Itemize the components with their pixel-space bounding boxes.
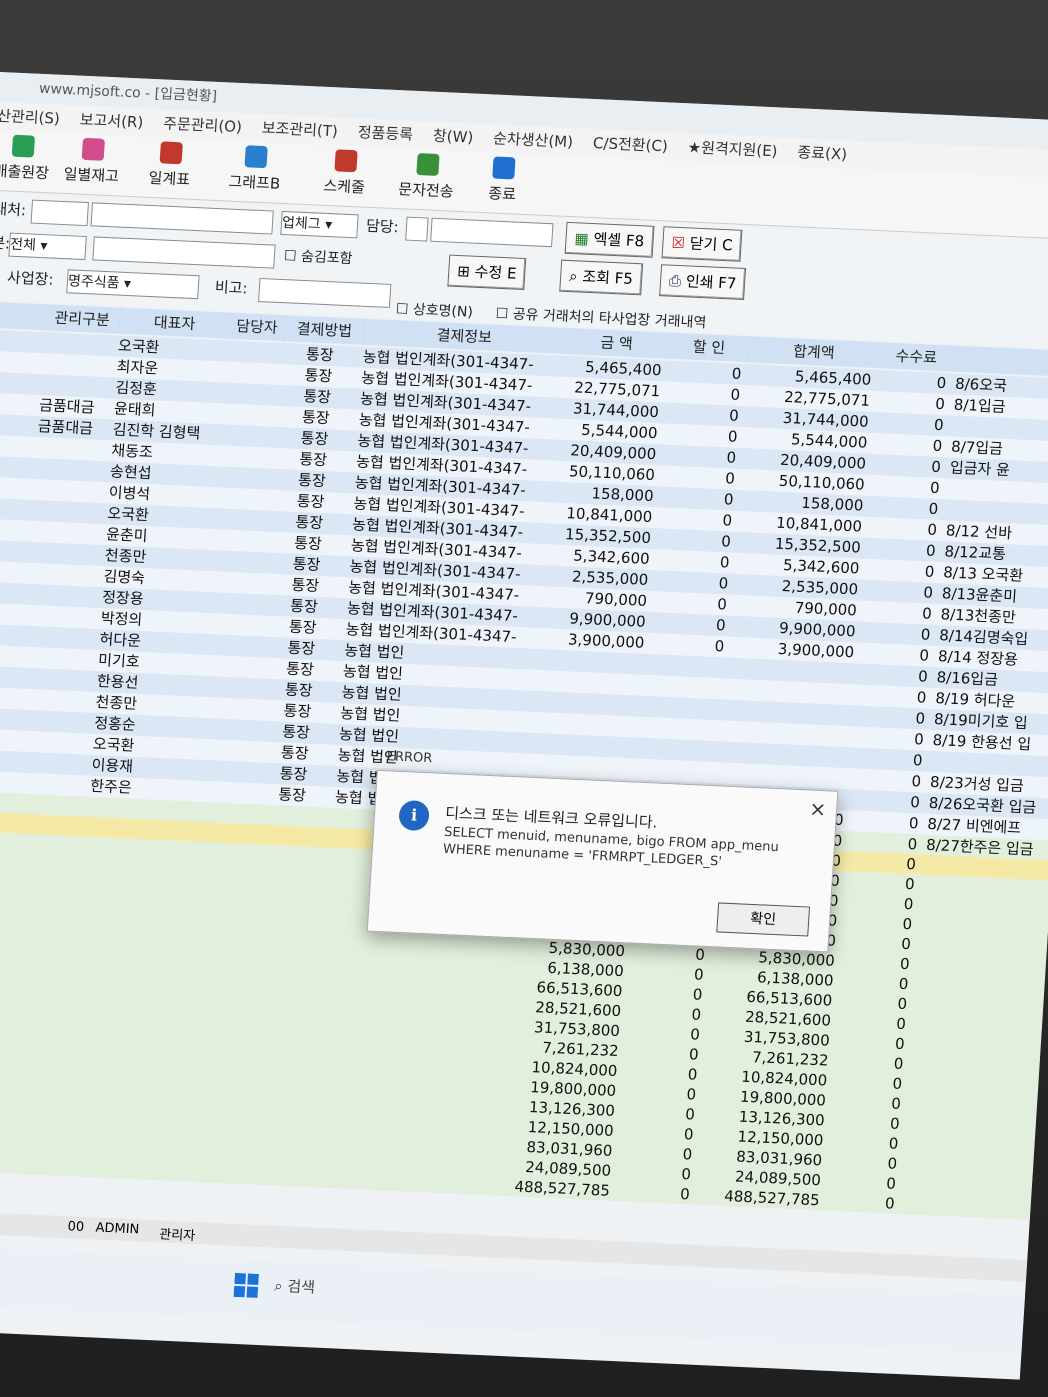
- column-header[interactable]: 할 인: [668, 332, 751, 363]
- menu-item[interactable]: C/S전환(C): [592, 134, 668, 155]
- excel-button-label: 엑셀 F8: [592, 230, 645, 251]
- search-icon: ⌕: [273, 1276, 284, 1296]
- memo-label: 비고:: [214, 277, 249, 298]
- column-header[interactable]: 합계액: [748, 336, 881, 369]
- bun-select[interactable]: 전체 ▾: [8, 232, 87, 261]
- taskbar-search[interactable]: ⌕ 검색: [274, 1275, 316, 1298]
- company-label: 상호명(N): [412, 301, 474, 321]
- status-role: 관리자: [158, 1227, 196, 1245]
- column-header[interactable]: 결제방법: [283, 315, 367, 345]
- toolbar-button-label: 일별재고: [63, 165, 120, 186]
- group-select[interactable]: [92, 236, 276, 269]
- ledger-icon: [11, 134, 35, 158]
- status-code: 00: [67, 1219, 85, 1235]
- print-button[interactable]: ⎙ 인쇄 F7: [659, 264, 747, 301]
- menu-item[interactable]: 종료(X): [797, 143, 848, 163]
- partner-name-input[interactable]: [90, 202, 274, 235]
- excel-icon: ▦: [574, 229, 590, 248]
- partner-code-input[interactable]: [30, 199, 89, 227]
- printer-icon: ⎙: [668, 271, 682, 291]
- manager-label: 담당:: [365, 216, 400, 237]
- memo-input[interactable]: [258, 277, 392, 308]
- column-header[interactable]: 관리구분: [43, 304, 122, 334]
- daily-report-icon: [159, 141, 183, 165]
- menu-item[interactable]: 순차생산(M): [493, 129, 574, 151]
- dialog-title: ERROR: [386, 749, 433, 767]
- status-user: ADMIN: [95, 1220, 140, 1238]
- dialog-detail: SELECT menuid, menuname, bigo FROM app_m…: [442, 824, 780, 870]
- menu-item[interactable]: 보조관리(T): [261, 119, 338, 140]
- app-screen: www.mjsoft.co - [입금현황] 산관리(S) 보고서(R) 주문관리(…: [0, 72, 1048, 1380]
- site-select[interactable]: 명주식품 ▾: [66, 269, 200, 300]
- hidden-checkbox[interactable]: ☐ 숨김포함: [283, 239, 354, 276]
- category-value: 업체그: [281, 214, 322, 233]
- info-icon: i: [398, 799, 430, 832]
- toolbar-button-label: 매출원장: [0, 161, 50, 183]
- hidden-label: 숨김포함: [300, 248, 353, 268]
- menu-item[interactable]: 정품등록: [357, 123, 413, 143]
- search-button-label: 조회 F5: [581, 267, 634, 288]
- toolbar-button[interactable]: 문자전송: [398, 152, 456, 201]
- sms-icon: [415, 153, 440, 176]
- menu-item[interactable]: 보고서(R): [79, 111, 144, 132]
- toolbar-button[interactable]: 매출원장: [0, 134, 51, 183]
- toolbar-button-label: 문자전송: [397, 180, 455, 201]
- edit-button[interactable]: ⊞ 수정 E: [447, 254, 527, 291]
- edit-button-label: 수정 E: [474, 262, 518, 283]
- toolbar-button[interactable]: 일계표: [148, 141, 192, 190]
- toolbar-button-label: 일계표: [148, 168, 191, 189]
- search-button[interactable]: ⌕ 조회 F5: [559, 259, 643, 296]
- sum-discount: 0: [679, 1185, 691, 1204]
- close-button-label: 닫기 C: [689, 234, 734, 255]
- ok-button[interactable]: 확인: [716, 902, 811, 937]
- print-button-label: 인쇄 F7: [685, 272, 737, 293]
- manager-input[interactable]: [430, 217, 554, 248]
- close-x-icon: ☒: [670, 233, 686, 253]
- toolbar-button[interactable]: 일별재고: [63, 137, 121, 186]
- daily-stock-icon: [81, 137, 105, 161]
- manager-select[interactable]: [405, 216, 429, 242]
- magnifier-icon: ⌕: [568, 267, 579, 286]
- partner-label: 래처:: [0, 199, 27, 220]
- sum-amount: 488,527,785: [513, 1177, 611, 1200]
- plus-icon: ⊞: [456, 261, 471, 281]
- windows-start-icon[interactable]: [233, 1272, 259, 1298]
- exit-icon: [492, 156, 516, 180]
- column-header[interactable]: 수수료: [878, 342, 956, 372]
- site-value: 명주식품: [67, 273, 120, 292]
- column-header[interactable]: 담당자: [228, 312, 287, 342]
- toolbar-button[interactable]: 그래프B: [228, 145, 283, 194]
- toolbar-button-label: 그래프B: [227, 172, 281, 193]
- excel-button[interactable]: ▦ 엑셀 F8: [564, 221, 655, 258]
- menu-item[interactable]: 산관리(S): [0, 107, 60, 128]
- grid-header-memo: [952, 345, 1048, 378]
- sum-total: 488,527,785: [723, 1187, 821, 1210]
- error-dialog: ERROR × i 디스크 또는 네트워크 오류입니다. SELECT menu…: [366, 749, 839, 953]
- taskbar-search-label: 검색: [286, 1277, 316, 1297]
- graph-icon: [244, 145, 268, 169]
- toolbar-button[interactable]: 스케줄: [323, 149, 367, 198]
- dialog-close-icon[interactable]: ×: [809, 796, 827, 821]
- toolbar-button[interactable]: 종료: [488, 156, 519, 204]
- menu-item[interactable]: 주문관리(O): [163, 114, 243, 136]
- toolbar-button-label: 스케줄: [322, 176, 366, 197]
- bun-value: 전체: [9, 236, 37, 254]
- column-header[interactable]: 금 액: [563, 327, 671, 359]
- grid-header-stub: [0, 301, 47, 331]
- close-button[interactable]: ☒ 닫기 C: [661, 226, 743, 262]
- menu-item[interactable]: ★원격지원(E): [687, 138, 778, 160]
- column-header[interactable]: 대표자: [118, 307, 232, 339]
- toolbar-button-label: 종료: [487, 184, 517, 204]
- category-select[interactable]: 업체그 ▾: [280, 210, 359, 239]
- menu-item[interactable]: 창(W): [432, 127, 473, 147]
- sum-fee: 0: [884, 1194, 896, 1213]
- site-label: 사업장:: [6, 268, 55, 289]
- schedule-icon: [334, 149, 358, 173]
